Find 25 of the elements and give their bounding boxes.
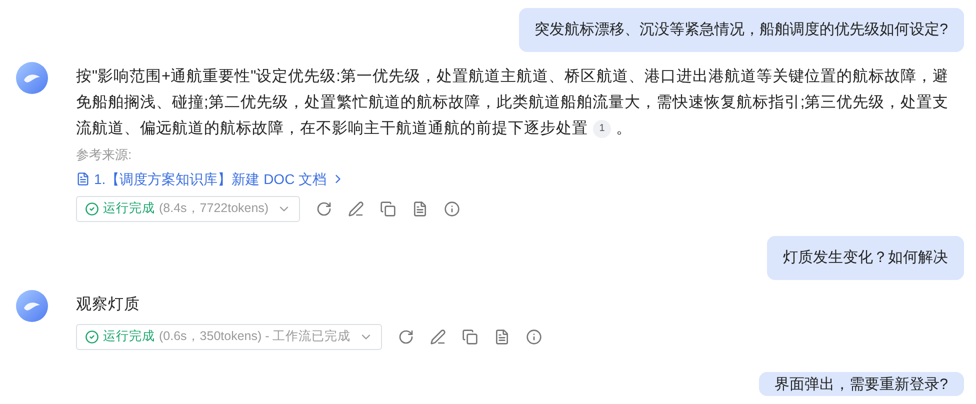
edit-icon[interactable] (348, 200, 364, 216)
copy-icon[interactable] (462, 328, 478, 344)
info-icon[interactable] (526, 328, 542, 344)
user-message-bubble: 界面弹出，需要重新登录? (758, 372, 964, 396)
refresh-icon[interactable] (398, 328, 414, 344)
check-icon (85, 330, 99, 344)
avatar-icon (16, 290, 48, 322)
citation-badge[interactable]: 1 (593, 120, 611, 138)
copy-icon[interactable] (380, 200, 396, 216)
user-message-bubble: 突发航标漂移、沉没等紧急情况，船舶调度的优先级如何设定? (518, 8, 964, 52)
check-icon (85, 202, 99, 216)
source-link[interactable]: 1.【调度方案知识库】新建 DOC 文档 (76, 168, 345, 190)
document-icon (76, 172, 90, 186)
answer-text: 观察灯质 (76, 294, 141, 314)
document-icon[interactable] (412, 200, 428, 216)
info-icon[interactable] (444, 200, 460, 216)
user-message-bubble: 灯质发生变化？如何解决 (767, 236, 964, 280)
avatar-icon (16, 62, 48, 94)
refresh-icon[interactable] (316, 200, 332, 216)
status-dropdown[interactable]: 运行完成 (8.4s，7722tokens) (76, 196, 300, 222)
edit-icon[interactable] (430, 328, 446, 344)
document-icon[interactable] (494, 328, 510, 344)
sources-label: 参考来源: (76, 146, 133, 164)
answer-text: 按"影响范围+通航重要性"设定优先级:第一优先级，处置航道主航道、桥区航道、港口进出港航道等关键位置的航标故障，避免船舶搁浅、碰撞;第二优先级，处置繁忙航道的航标故障，此类航道船舶流量大，需快速恢复航标指引;第三优先级，处置支流航道、偏远航道的航标故障，在不影响主干航道通航的前提下逐步处置 1 。 (76, 66, 950, 140)
status-dropdown[interactable]: 运行完成 (0.6s，350tokens) - 工作流已完成 (76, 324, 382, 350)
